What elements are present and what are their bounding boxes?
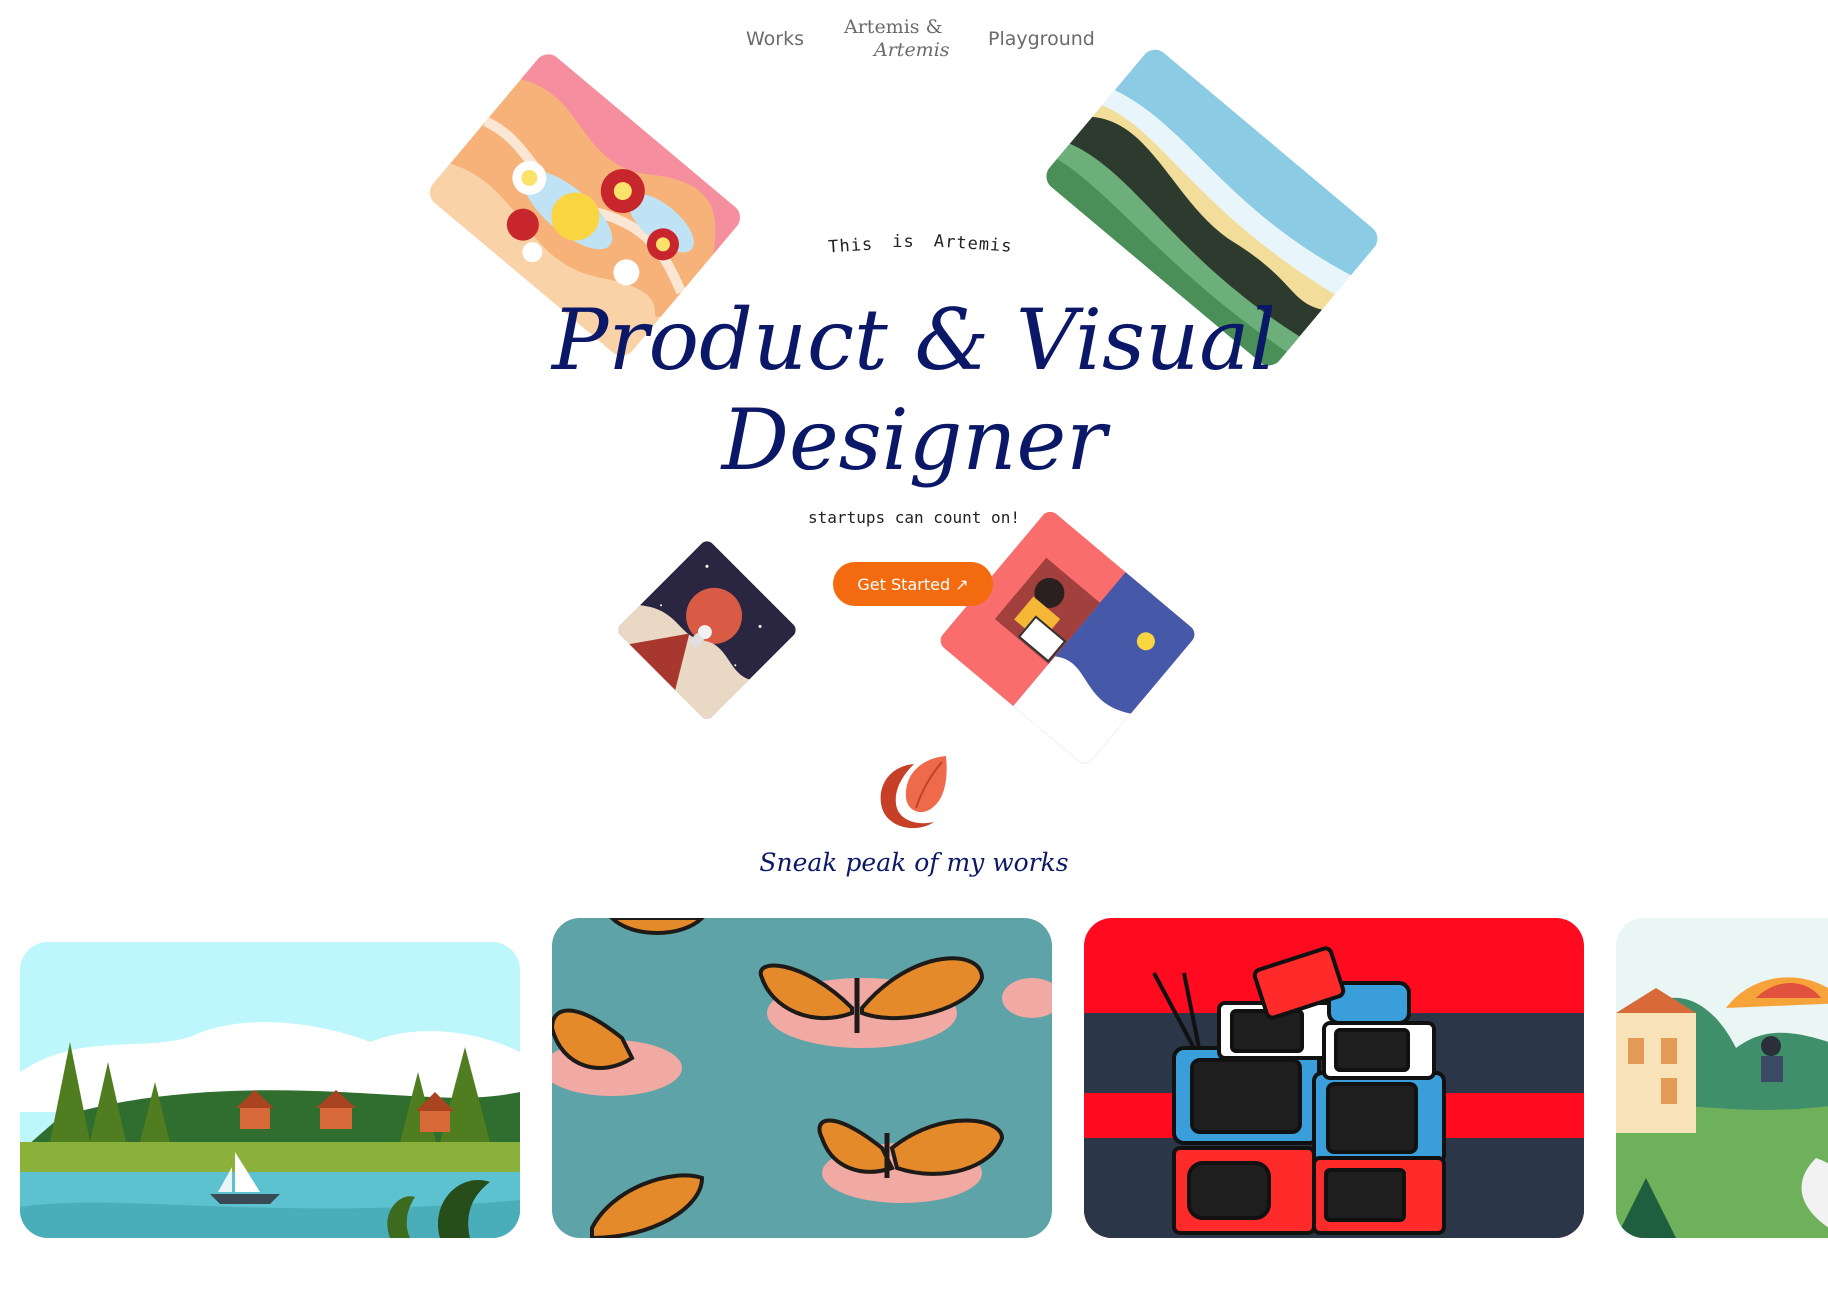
nav-link-works[interactable]: Works: [746, 28, 804, 50]
gallery-card-lake[interactable]: [20, 942, 520, 1238]
site-logo[interactable]: Artemis & Artemis: [844, 16, 950, 62]
leaf-logo-icon: [876, 752, 952, 834]
section-title: Sneak peak of my works: [759, 848, 1069, 877]
lake-village-illustration: [20, 942, 520, 1238]
gallery-card-paraglider[interactable]: [1616, 918, 1828, 1238]
stacked-tvs-illustration: [1084, 918, 1584, 1238]
nav-link-playground[interactable]: Playground: [988, 28, 1095, 50]
top-nav: Works Artemis & Artemis Playground: [0, 0, 1828, 80]
reading-woman-artwork: [936, 507, 1199, 768]
paraglider-illustration: [1616, 918, 1828, 1238]
monarch-butterflies-illustration: [552, 918, 1052, 1238]
headline-line-1: Product & Visual: [551, 291, 1277, 389]
headline-line-2: Designer: [721, 391, 1107, 489]
eyebrow-word-1: This: [827, 234, 874, 258]
eyebrow-word-2: is: [892, 232, 915, 252]
astronaut-artwork: [615, 538, 799, 722]
gallery-card-tvs[interactable]: [1084, 918, 1584, 1238]
gallery-card-butterflies[interactable]: [552, 918, 1052, 1238]
eyebrow-word-3: Artemis: [933, 231, 1014, 257]
hero-subline: startups can count on!: [808, 508, 1020, 527]
logo-line-2: Artemis: [874, 39, 950, 61]
hero-eyebrow: This is Artemis: [828, 231, 1013, 257]
hero-headline: Product & Visual Designer: [0, 290, 1828, 490]
logo-line-1: Artemis &: [844, 16, 943, 38]
get-started-button[interactable]: Get Started ↗: [833, 562, 993, 606]
